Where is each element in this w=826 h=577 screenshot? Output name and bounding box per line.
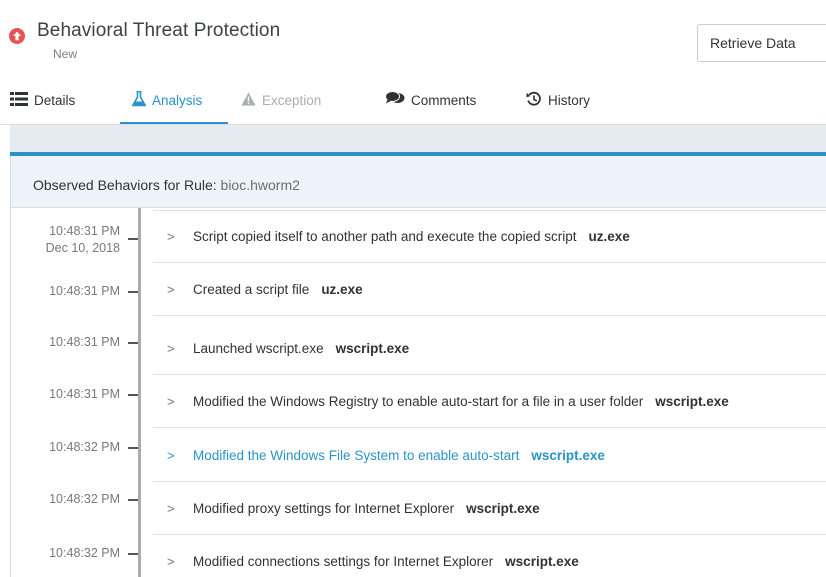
circle-arrow-up-icon (9, 28, 25, 44)
event-time-value: 10:48:31 PM (49, 335, 120, 349)
behavior-process: wscript.exe (505, 554, 579, 569)
panel-heading: Observed Behaviors for Rule: bioc.hworm2 (33, 177, 300, 193)
behavior-description: Script copied itself to another path and… (193, 229, 577, 244)
event-time: 10:48:31 PM (10, 334, 120, 351)
tab-details[interactable]: Details (10, 91, 75, 109)
behavior-row[interactable]: > Launched wscript.exe wscript.exe (153, 323, 826, 375)
event-time-value: 10:48:32 PM (49, 492, 120, 506)
chevron-right-icon: > (167, 282, 175, 297)
retrieve-data-button[interactable]: Retrieve Data (697, 24, 826, 62)
tab-analysis[interactable]: Analysis (131, 90, 203, 110)
behavior-description: Modified connections settings for Intern… (193, 554, 494, 569)
event-time-value: 10:48:31 PM (49, 224, 120, 238)
rule-name: bioc.hworm2 (220, 177, 300, 193)
history-icon (526, 91, 542, 110)
chevron-right-icon: > (167, 501, 175, 516)
behavior-row[interactable]: > Script copied itself to another path a… (153, 211, 826, 263)
behavior-description: Modified the Windows File System to enab… (193, 448, 520, 463)
behavior-description: Modified proxy settings for Internet Exp… (193, 501, 455, 516)
chevron-right-icon: > (167, 394, 175, 409)
event-date-value: Dec 10, 2018 (45, 241, 120, 255)
behavior-row[interactable]: > Modified the Windows Registry to enabl… (153, 376, 826, 428)
behavior-process: uz.exe (588, 229, 630, 244)
tab-analysis-label: Analysis (152, 92, 203, 108)
timeline-tick (128, 394, 138, 396)
behavior-process: uz.exe (321, 282, 363, 297)
event-time: 10:48:31 PM (10, 283, 120, 300)
event-time-value: 10:48:31 PM (49, 284, 120, 298)
timeline-tick (128, 291, 138, 293)
page-title: Behavioral Threat Protection (37, 20, 281, 41)
tab-history[interactable]: History (526, 91, 590, 109)
content-band (10, 125, 826, 153)
timeline-tick (128, 342, 138, 344)
event-time-value: 10:48:32 PM (49, 440, 120, 454)
tab-history-label: History (548, 92, 591, 108)
tab-comments[interactable]: Comments (385, 91, 476, 109)
behavior-process: wscript.exe (531, 448, 605, 463)
behavior-description: Launched wscript.exe (193, 341, 324, 356)
tab-details-label: Details (34, 92, 76, 108)
event-time: 10:48:31 PM Dec 10, 2018 (10, 223, 120, 257)
event-time: 10:48:32 PM (10, 491, 120, 508)
behavior-process: wscript.exe (335, 341, 410, 356)
chevron-right-icon: > (167, 229, 175, 244)
behavior-row[interactable]: > Created a script file uz.exe (153, 264, 826, 316)
panel-heading-prefix: Observed Behaviors for Rule: (33, 177, 217, 193)
flask-icon (131, 90, 147, 110)
behavior-row-selected[interactable]: > Modified the Windows File System to en… (153, 430, 826, 482)
tab-exception-label: Exception (262, 92, 322, 108)
chevron-right-icon: > (167, 554, 175, 569)
incident-header: Behavioral Threat Protection New Retriev… (0, 0, 826, 73)
tab-bar: Details Analysis Exception Comments Hist… (0, 73, 826, 125)
event-time-value: 10:48:31 PM (49, 387, 120, 401)
event-time: 10:48:32 PM (10, 439, 120, 456)
panel-header: Observed Behaviors for Rule: bioc.hworm2 (11, 156, 826, 208)
event-time-value: 10:48:32 PM (49, 546, 120, 560)
event-time: 10:48:32 PM (10, 545, 120, 562)
behavior-description: Created a script file (193, 282, 310, 297)
tab-exception[interactable]: Exception (241, 91, 321, 109)
event-time: 10:48:31 PM (10, 386, 120, 403)
comments-icon (385, 91, 405, 109)
behavior-process: wscript.exe (655, 394, 729, 409)
chevron-right-icon: > (167, 341, 175, 356)
behavior-description: Modified the Windows Registry to enable … (193, 394, 644, 409)
list-icon (10, 91, 28, 109)
timeline-tick (128, 238, 138, 240)
warning-icon (241, 92, 256, 109)
timeline-tick (128, 499, 138, 501)
timeline-tick (128, 447, 138, 449)
behavior-row[interactable]: > Modified proxy settings for Internet E… (153, 483, 826, 535)
timeline-line (138, 208, 141, 577)
status-label: New (53, 47, 78, 61)
tab-comments-label: Comments (411, 92, 477, 108)
behavior-process: wscript.exe (466, 501, 540, 516)
chevron-right-icon: > (167, 448, 175, 463)
timeline-tick (128, 553, 138, 555)
behavior-row[interactable]: > Modified connections settings for Inte… (153, 536, 826, 577)
